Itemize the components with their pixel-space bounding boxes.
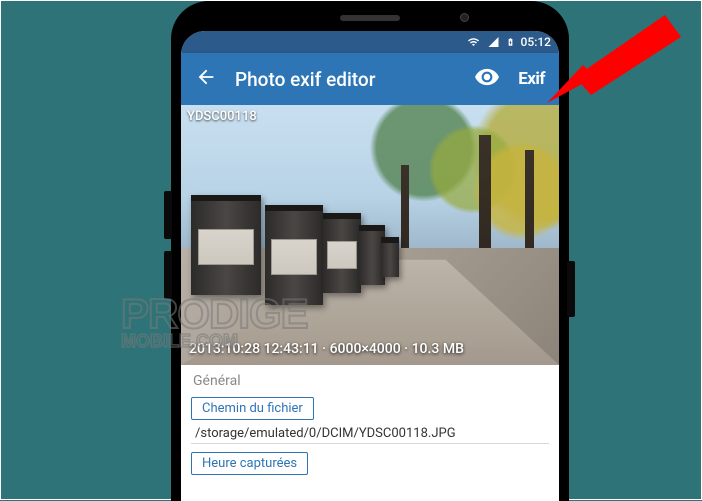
wifi-icon <box>466 36 481 48</box>
field-label-time[interactable]: Heure capturées <box>191 452 308 475</box>
power-button <box>567 261 575 317</box>
section-title-general: Général <box>193 373 549 389</box>
exif-button[interactable]: Exif <box>518 69 545 89</box>
field-label-path[interactable]: Chemin du fichier <box>191 397 314 420</box>
photo-filename-overlay: YDSC00118 <box>187 109 257 124</box>
photo-preview[interactable]: YDSC00118 2013:10:28 12:43:11 · 6000×400… <box>181 105 559 365</box>
signal-icon <box>487 36 500 48</box>
photo-pillar <box>191 195 261 295</box>
volume-down-button <box>164 251 172 299</box>
volume-up-button <box>164 191 172 239</box>
status-bar: 05:12 <box>181 31 559 53</box>
photo-pillar <box>265 205 323 305</box>
photo-pillar <box>381 237 399 277</box>
back-button[interactable] <box>195 66 217 92</box>
eye-icon <box>474 64 500 90</box>
battery-icon <box>506 35 515 49</box>
photo-summary-overlay: 2013:10:28 12:43:11 · 6000×4000 · 10.3 M… <box>189 341 551 357</box>
app-title: Photo exif editor <box>235 68 456 91</box>
field-value-path: /storage/emulated/0/DCIM/YDSC00118.JPG <box>191 422 549 444</box>
phone-frame: 05:12 Photo exif editor Exif Y <box>171 1 569 501</box>
screen: 05:12 Photo exif editor Exif Y <box>181 31 559 501</box>
photo-pillar <box>323 213 361 293</box>
front-camera <box>460 13 469 22</box>
details-panel: Général Chemin du fichier /storage/emula… <box>181 365 559 483</box>
arrow-back-icon <box>195 66 217 88</box>
visibility-button[interactable] <box>474 64 500 94</box>
speaker-grille <box>340 15 400 21</box>
callout-arrow <box>545 15 685 115</box>
app-bar: Photo exif editor Exif <box>181 53 559 105</box>
